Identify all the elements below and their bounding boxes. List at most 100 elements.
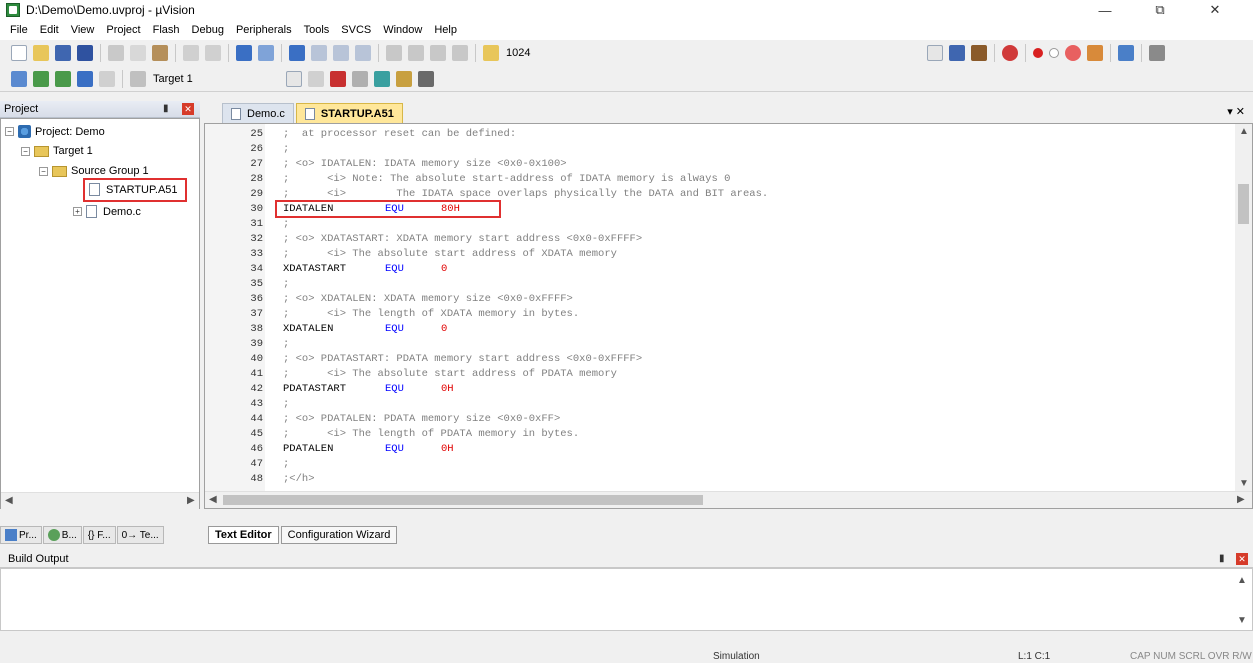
- scroll-right-icon[interactable]: ▶: [1237, 494, 1245, 505]
- tab-text-editor[interactable]: Text Editor: [208, 526, 279, 544]
- menu-file[interactable]: File: [4, 24, 34, 36]
- redo-icon[interactable]: [205, 45, 221, 61]
- scroll-up-icon[interactable]: ▲: [1237, 575, 1247, 586]
- paste-icon[interactable]: [152, 45, 168, 61]
- incremental-find-icon[interactable]: [949, 45, 966, 61]
- menu-debug[interactable]: Debug: [186, 24, 230, 36]
- build-output-area[interactable]: ▲ ▼: [0, 568, 1253, 631]
- collapse-icon[interactable]: −: [21, 146, 30, 156]
- unindent-icon[interactable]: [408, 45, 424, 61]
- menu-peripherals[interactable]: Peripherals: [230, 24, 298, 36]
- tree-file-startup[interactable]: STARTUP.A51: [89, 183, 178, 196]
- select-packs-icon[interactable]: [352, 70, 368, 87]
- cut-icon[interactable]: [108, 45, 124, 61]
- project-hscrollbar[interactable]: ◀ ▶: [1, 492, 199, 509]
- collapse-icon[interactable]: −: [5, 127, 14, 136]
- find-combo-value[interactable]: 1024: [506, 47, 530, 59]
- menu-help[interactable]: Help: [428, 24, 463, 36]
- menu-project[interactable]: Project: [100, 24, 146, 36]
- tree-target[interactable]: − Target 1: [21, 145, 93, 157]
- config-icon[interactable]: [971, 45, 988, 61]
- menu-svcs[interactable]: SVCS: [335, 24, 377, 36]
- bookmark-icon[interactable]: [289, 45, 305, 61]
- editor-vscrollbar[interactable]: ▲ ▼: [1235, 124, 1252, 491]
- target-options-icon[interactable]: [308, 70, 324, 87]
- tab-menu-close-icon[interactable]: ▾ ✕: [1227, 105, 1245, 118]
- window-layout-icon[interactable]: [1118, 45, 1135, 61]
- undo-icon[interactable]: [183, 45, 199, 61]
- scroll-down-icon[interactable]: ▼: [1239, 478, 1249, 489]
- close-button[interactable]: ✕: [1195, 0, 1235, 20]
- manage-project-icon[interactable]: [330, 70, 346, 87]
- tab-configuration-wizard[interactable]: Configuration Wizard: [280, 526, 398, 544]
- open-folder-icon[interactable]: [33, 45, 49, 61]
- batch-build-icon[interactable]: [99, 70, 115, 87]
- multi-project-icon[interactable]: [418, 70, 434, 87]
- scroll-up-icon[interactable]: ▲: [1239, 126, 1249, 137]
- copy-icon[interactable]: [130, 45, 146, 61]
- tree-project-root[interactable]: − Project: Demo: [5, 125, 105, 138]
- download-icon[interactable]: [77, 70, 93, 87]
- save-all-icon[interactable]: [77, 45, 93, 61]
- menu-view[interactable]: View: [65, 24, 101, 36]
- tab-project[interactable]: Pr...: [0, 526, 42, 544]
- disable-breakpoint-icon[interactable]: [1049, 48, 1060, 58]
- settings-wrench-icon[interactable]: [1149, 45, 1166, 61]
- menu-flash[interactable]: Flash: [147, 24, 186, 36]
- tab-templates[interactable]: 0→ Te...: [116, 526, 164, 544]
- tab-books[interactable]: B...: [42, 526, 82, 544]
- build-icon[interactable]: [33, 70, 49, 87]
- close-panel-icon[interactable]: ✕: [1236, 553, 1248, 565]
- file-toolbar: 1024: [0, 40, 1253, 66]
- books-tab-icon: [47, 529, 60, 541]
- find-dropdown-icon[interactable]: [927, 45, 944, 61]
- navigate-forward-icon[interactable]: [258, 45, 274, 61]
- collapse-icon[interactable]: −: [39, 166, 48, 176]
- target-select[interactable]: Target 1: [153, 70, 283, 88]
- find-in-files-icon[interactable]: [483, 45, 499, 61]
- clear-breakpoints-icon[interactable]: [1087, 45, 1104, 61]
- uncomment-icon[interactable]: [452, 45, 468, 61]
- breakpoint-icon[interactable]: [1033, 48, 1044, 58]
- maximize-button[interactable]: ⧉: [1140, 0, 1180, 20]
- pack-installer-icon[interactable]: [396, 70, 412, 87]
- toolbar-separator: [475, 44, 476, 62]
- target-dropdown-icon[interactable]: [286, 70, 302, 87]
- debug-session-icon[interactable]: [1002, 45, 1019, 61]
- scroll-left-icon[interactable]: ◀: [5, 495, 13, 506]
- tab-demo-c[interactable]: Demo.c: [222, 103, 294, 123]
- tab-functions[interactable]: {} F...: [82, 526, 116, 544]
- hscroll-thumb[interactable]: [223, 495, 703, 505]
- scroll-left-icon[interactable]: ◀: [209, 494, 217, 505]
- file-icon: [304, 107, 315, 120]
- next-bookmark-icon[interactable]: [333, 45, 349, 61]
- new-file-icon[interactable]: [11, 45, 27, 61]
- indent-icon[interactable]: [386, 45, 402, 61]
- load-icon[interactable]: [130, 70, 146, 87]
- translate-icon[interactable]: [11, 70, 27, 87]
- menu-edit[interactable]: Edit: [34, 24, 65, 36]
- editor-hscrollbar[interactable]: ◀ ▶: [205, 491, 1252, 508]
- manage-rte-icon[interactable]: [374, 70, 390, 87]
- kill-breakpoints-icon[interactable]: [1065, 45, 1082, 61]
- scroll-thumb[interactable]: [1238, 184, 1249, 224]
- clear-bookmarks-icon[interactable]: [355, 45, 371, 61]
- save-icon[interactable]: [55, 45, 71, 61]
- code-editor[interactable]: 25; at processor reset can be defined: 2…: [204, 123, 1253, 509]
- prev-bookmark-icon[interactable]: [311, 45, 327, 61]
- rebuild-icon[interactable]: [55, 70, 71, 87]
- close-panel-icon[interactable]: ✕: [182, 103, 194, 115]
- expand-icon[interactable]: +: [73, 207, 82, 216]
- menu-tools[interactable]: Tools: [298, 24, 336, 36]
- menu-window[interactable]: Window: [377, 24, 428, 36]
- tree-source-group[interactable]: − Source Group 1: [39, 165, 149, 177]
- scroll-right-icon[interactable]: ▶: [187, 495, 195, 506]
- tree-file-demo[interactable]: + Demo.c: [73, 205, 141, 218]
- navigate-back-icon[interactable]: [236, 45, 252, 61]
- pin-icon[interactable]: ▮: [163, 104, 173, 114]
- minimize-button[interactable]: —: [1085, 0, 1125, 20]
- tab-startup-a51[interactable]: STARTUP.A51: [295, 103, 403, 123]
- comment-icon[interactable]: [430, 45, 446, 61]
- pin-icon[interactable]: ▮: [1219, 554, 1229, 564]
- scroll-down-icon[interactable]: ▼: [1237, 615, 1247, 626]
